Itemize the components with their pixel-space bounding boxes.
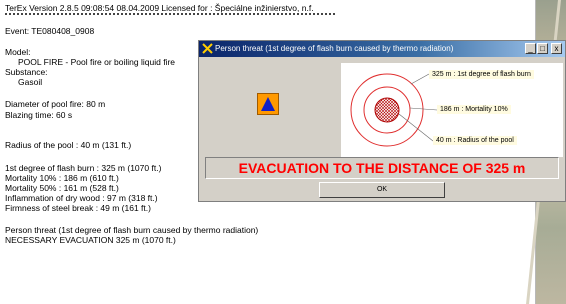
pool-radius-line: Radius of the pool : 40 m (131 ft.) <box>5 140 132 150</box>
ok-button[interactable]: OK <box>319 182 445 198</box>
dialog-titlebar[interactable]: Person threat (1st degree of flash burn … <box>199 41 565 57</box>
report-header: TerEx Version 2.8.5 09:08:54 08.04.2009 … <box>5 3 314 13</box>
steel-break-line: Firmness of steel break : 49 m (161 ft.) <box>5 203 151 213</box>
person-threat-line: Person threat (1st degree of flash burn … <box>5 225 259 235</box>
mortality-leader <box>409 107 438 111</box>
dialog-title: Person threat (1st degree of flash burn … <box>215 44 454 53</box>
pool-leader <box>398 113 434 142</box>
close-button[interactable]: x <box>551 43 562 54</box>
diameter-line: Diameter of pool fire: 80 m <box>5 99 106 109</box>
fire-icon <box>202 43 213 54</box>
header-separator <box>5 13 335 15</box>
model-label: Model: <box>5 47 31 57</box>
flash-burn-line: 1st degree of flash burn : 325 m (1070 f… <box>5 163 162 173</box>
warning-icon <box>257 93 279 115</box>
pool-circle <box>374 97 400 123</box>
blazing-time-line: Blazing time: 60 s <box>5 110 73 120</box>
minimize-button[interactable]: _ <box>525 43 536 54</box>
pool-radius-label: 40 m : Radius of the pool <box>433 136 517 145</box>
flash-burn-label: 325 m : 1st degree of flash burn <box>429 70 534 79</box>
model-value: POOL FIRE - Pool fire or boiling liquid … <box>18 57 175 67</box>
flash-burn-leader <box>410 73 430 85</box>
evacuation-banner: EVACUATION TO THE DISTANCE OF 325 m <box>205 157 559 179</box>
substance-value: Gasoil <box>18 77 43 87</box>
threat-zone-diagram: 325 m : 1st degree of flash burn 186 m :… <box>341 63 563 157</box>
necessary-evacuation-line: NECESSARY EVACUATION 325 m (1070 ft.) <box>5 235 176 245</box>
inflammation-line: Inflammation of dry wood : 97 m (318 ft.… <box>5 193 158 203</box>
restore-button[interactable]: □ <box>537 43 548 54</box>
mortality-label: 186 m : Mortality 10% <box>437 105 511 114</box>
mortality10-line: Mortality 10% : 186 m (610 ft.) <box>5 173 119 183</box>
substance-label: Substance: <box>5 67 48 77</box>
person-threat-dialog: Person threat (1st degree of flash burn … <box>198 40 566 202</box>
event-line: Event: TE080408_0908 <box>5 26 95 36</box>
mortality50-line: Mortality 50% : 161 m (528 ft.) <box>5 183 119 193</box>
